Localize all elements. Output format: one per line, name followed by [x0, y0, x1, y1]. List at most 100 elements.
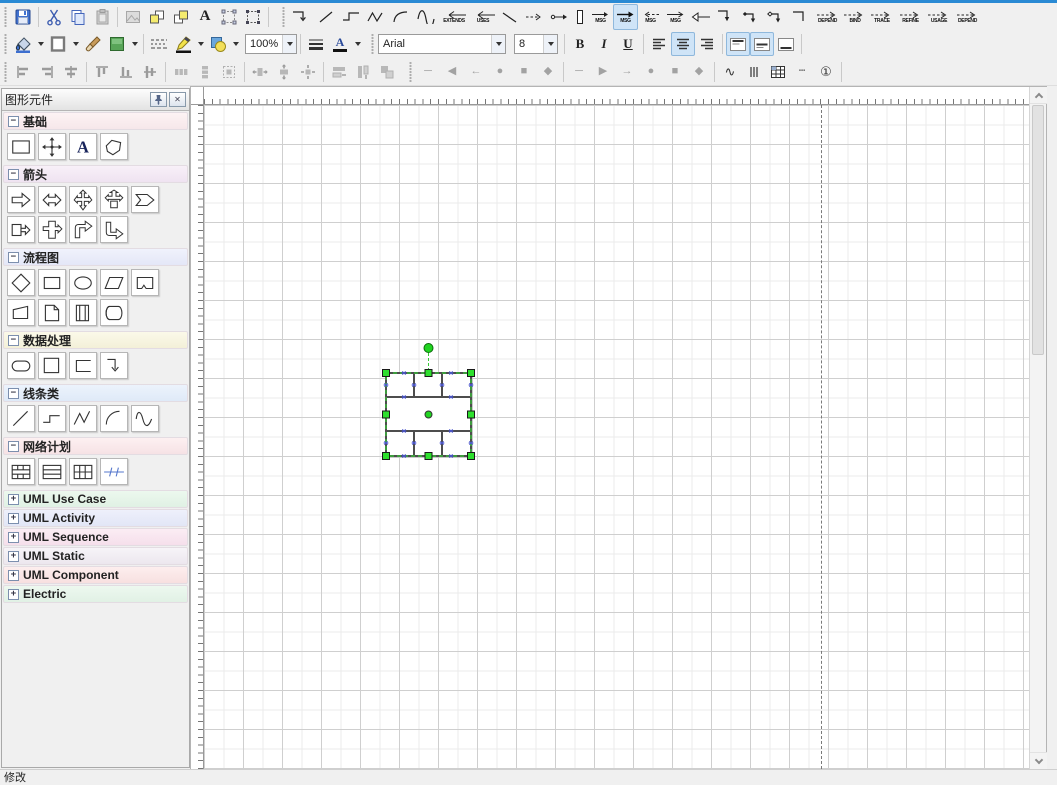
toolbar-grip[interactable]	[371, 34, 374, 54]
shape-item-process[interactable]	[38, 269, 66, 296]
shape-item-arrow-right[interactable]	[7, 186, 35, 213]
section-header-uml-component[interactable]: + UML Component	[3, 566, 188, 584]
theme-fill-dropdown[interactable]	[129, 32, 140, 56]
toolbar-grip[interactable]	[4, 34, 7, 54]
shape-item-predefined-process[interactable]	[69, 299, 97, 326]
collapse-icon[interactable]: −	[8, 252, 19, 263]
dependency2-connector-button[interactable]: DEPEND	[953, 4, 982, 30]
generalization-connector-button[interactable]	[688, 4, 713, 30]
shape-item-arrow-chevron[interactable]	[131, 186, 159, 213]
fill-color-button[interactable]	[11, 32, 35, 56]
toolbar-grip[interactable]	[282, 7, 285, 27]
straight-segments-toggle[interactable]	[742, 60, 766, 84]
shape-item-line[interactable]	[7, 405, 35, 432]
line-end-open-arrow-button[interactable]: →	[615, 60, 639, 84]
shape-item-document[interactable]	[38, 299, 66, 326]
diagonal-line-connector-button[interactable]	[497, 4, 522, 30]
bring-to-front-button[interactable]	[145, 5, 169, 29]
space-both-button[interactable]	[296, 60, 320, 84]
scroll-up-button[interactable]	[1030, 87, 1047, 104]
line-start-diamond-button[interactable]: ◆	[536, 60, 560, 84]
align-left-edges-button[interactable]	[11, 60, 35, 84]
section-header-flowchart[interactable]: − 流程图	[3, 248, 188, 266]
font-color-button[interactable]: A	[328, 32, 352, 56]
bold-button[interactable]: B	[568, 32, 592, 56]
toolbar-grip[interactable]	[4, 62, 7, 82]
expand-icon[interactable]: +	[8, 551, 19, 562]
group-button[interactable]	[217, 5, 241, 29]
align-middle-vertical-button[interactable]	[138, 60, 162, 84]
section-header-uml-use-case[interactable]: + UML Use Case	[3, 490, 188, 508]
font-color-dropdown[interactable]	[352, 32, 363, 56]
line-start-arrow-button[interactable]: ◀	[440, 60, 464, 84]
shape-item-arrow-corner-down[interactable]	[100, 216, 128, 243]
border-style-button[interactable]	[46, 32, 70, 56]
section-header-lines[interactable]: − 线条类	[3, 384, 188, 402]
drawing-canvas[interactable]	[204, 105, 1029, 769]
rotation-handle[interactable]	[424, 344, 433, 353]
line-weight-button[interactable]	[304, 32, 328, 56]
toolbar-grip[interactable]	[409, 62, 412, 82]
section-header-uml-static[interactable]: + UML Static	[3, 547, 188, 565]
shape-item-parallelogram[interactable]	[100, 269, 128, 296]
border-style-dropdown[interactable]	[70, 32, 81, 56]
elbow-open-diamond-connector-button[interactable]	[763, 4, 788, 30]
shape-item-zigzag[interactable]	[69, 405, 97, 432]
text-tool-button[interactable]: A	[193, 5, 217, 29]
center-handle[interactable]	[425, 411, 432, 418]
expand-icon[interactable]: +	[8, 494, 19, 505]
section-header-uml-sequence[interactable]: + UML Sequence	[3, 528, 188, 546]
collapse-icon[interactable]: −	[8, 169, 19, 180]
collapse-icon[interactable]: −	[8, 441, 19, 452]
scroll-down-button[interactable]	[1030, 752, 1047, 769]
same-width-button[interactable]	[327, 60, 351, 84]
zoom-combo[interactable]: 100%	[245, 34, 297, 54]
align-left-button[interactable]	[647, 32, 671, 56]
distribute-grid-button[interactable]	[217, 60, 241, 84]
shape-item-arrow-corner-up[interactable]	[69, 216, 97, 243]
align-right-button[interactable]	[695, 32, 719, 56]
lifeline-connector-button[interactable]	[572, 4, 588, 30]
line-end-arrow-button[interactable]: ▶	[591, 60, 615, 84]
shape-item-arrow-three-way[interactable]	[100, 186, 128, 213]
section-header-data-processing[interactable]: − 数据处理	[3, 331, 188, 349]
section-header-network-plan[interactable]: − 网络计划	[3, 437, 188, 455]
shape-item-arrow-from-rect[interactable]	[7, 216, 35, 243]
trace-connector-button[interactable]: TRACE	[868, 4, 896, 30]
shape-item-move-tool[interactable]	[38, 133, 66, 160]
valign-top-button[interactable]	[726, 32, 750, 56]
line-start-circle-button[interactable]: ●	[488, 60, 512, 84]
send-to-back-button[interactable]	[169, 5, 193, 29]
msg-solid-connector-button[interactable]: MSG	[613, 4, 638, 30]
elbow-diamond-connector-button[interactable]	[738, 4, 763, 30]
underline-button[interactable]: U	[616, 32, 640, 56]
collapse-icon[interactable]: −	[8, 116, 19, 127]
shape-item-rectangle[interactable]	[7, 133, 35, 160]
fill-color-dropdown[interactable]	[35, 32, 46, 56]
align-right-edges-button[interactable]	[35, 60, 59, 84]
align-center-button[interactable]	[671, 32, 695, 56]
font-size-dropdown[interactable]	[543, 35, 557, 53]
distribute-horizontal-button[interactable]	[169, 60, 193, 84]
usage-connector-button[interactable]: USAGE	[925, 4, 953, 30]
expand-icon[interactable]: +	[8, 513, 19, 524]
same-size-button[interactable]	[375, 60, 399, 84]
section-header-uml-activity[interactable]: + UML Activity	[3, 509, 188, 527]
theme-fill-button[interactable]	[105, 32, 129, 56]
paste-button[interactable]	[90, 5, 114, 29]
line-end-none-button[interactable]: ─	[567, 60, 591, 84]
shape-item-table-rows[interactable]	[38, 458, 66, 485]
line-end-diamond-button[interactable]: ◆	[687, 60, 711, 84]
show-grid-toggle[interactable]	[766, 60, 790, 84]
dependency-connector-button[interactable]: DEPEND	[813, 4, 842, 30]
expand-icon[interactable]: +	[8, 570, 19, 581]
panel-close-button[interactable]: ✕	[169, 92, 186, 107]
numbering-toggle[interactable]: ①	[814, 60, 838, 84]
msg-async-connector-button[interactable]: MSG	[663, 4, 688, 30]
extends-connector-button[interactable]: EXTENDS	[439, 4, 469, 30]
shape-item-step-line[interactable]	[38, 405, 66, 432]
line-end-circle-button[interactable]: ●	[639, 60, 663, 84]
zoom-dropdown[interactable]	[282, 35, 296, 53]
anchor-arrow-connector-button[interactable]	[547, 4, 572, 30]
bind-connector-button[interactable]: BIND	[842, 4, 868, 30]
